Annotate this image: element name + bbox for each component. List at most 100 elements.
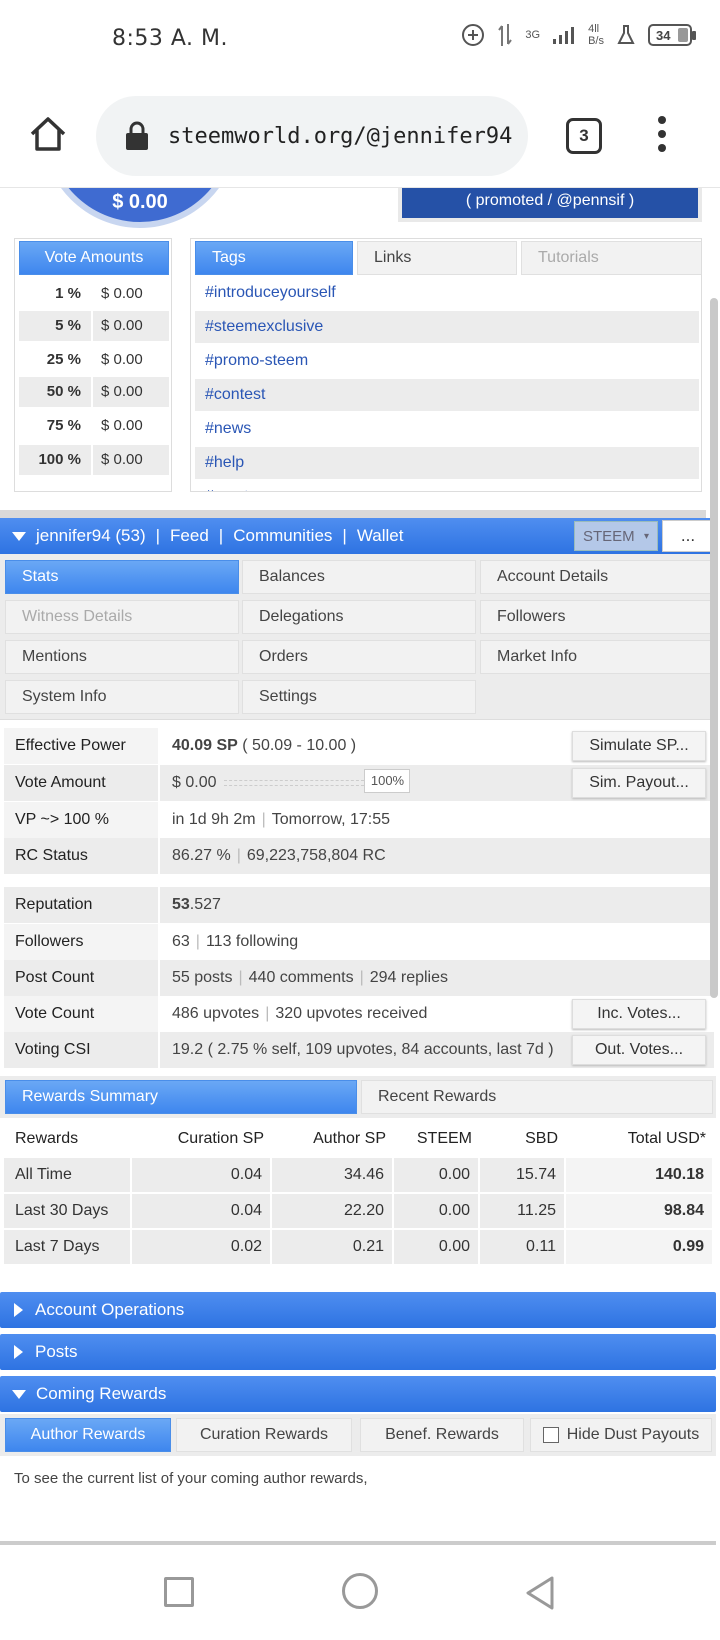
rewards-header-row: Rewards Curation SP Author SP STEEM SBD … [15,1130,706,1147]
tab-curation-rewards[interactable]: Curation Rewards [176,1418,352,1452]
tag-link[interactable]: #news [195,413,699,445]
rewards-tabs: Rewards Summary Recent Rewards [0,1076,716,1118]
nav-mentions[interactable]: Mentions [5,640,239,674]
web-page: $ 0.00 ( promoted / @pennsif ) Vote Amou… [0,188,720,1545]
communities-link[interactable]: Communities [233,526,332,546]
hide-dust-toggle[interactable]: Hide Dust Payouts [530,1418,712,1452]
section-account-operations[interactable]: Account Operations [0,1292,716,1328]
vote-amount-row: 100 % $ 0.00 [19,445,169,475]
tab-benef-rewards[interactable]: Benef. Rewards [360,1418,524,1452]
account-bar: jennifer94 (53) | Feed | Communities | W… [0,518,716,554]
vote-amount-row: 50 % $ 0.00 [19,377,169,407]
simulate-sp-button[interactable]: Simulate SP... [572,731,706,761]
signal-text: 4ll [588,23,600,35]
nav-market-info[interactable]: Market Info [480,640,712,674]
sim-payout-button[interactable]: Sim. Payout... [572,768,706,798]
vote-amount-row: 75 % $ 0.00 [19,411,169,441]
account-user-link[interactable]: jennifer94 (53) [36,526,146,546]
wallet-link[interactable]: Wallet [357,526,404,546]
home-button[interactable] [28,114,68,154]
add-circle-icon [461,23,485,47]
network-indicator: 3G [525,29,540,41]
currency-select[interactable]: STEEM [574,521,658,552]
tags-panel: Tags Links Tutorials #introduceyourself … [190,238,702,492]
out-votes-button[interactable]: Out. Votes... [572,1035,706,1065]
tab-author-rewards[interactable]: Author Rewards [5,1418,171,1452]
back-button[interactable] [524,1575,556,1616]
nav-settings[interactable]: Settings [242,680,476,714]
flask-icon [616,24,636,46]
nav-witness-details[interactable]: Witness Details [5,600,239,634]
nav-delegations[interactable]: Delegations [242,600,476,634]
tag-link[interactable]: #promo-steem [195,345,699,377]
back-triangle-icon [526,1576,554,1610]
browser-toolbar: steemworld.org/@jennifer94 3 [0,84,720,188]
inc-votes-button[interactable]: Inc. Votes... [572,999,706,1029]
status-icons: 3G 4ll B/s 34 [461,22,696,48]
vote-amounts-header[interactable]: Vote Amounts [19,241,169,275]
battery-level: 34 [656,27,671,43]
stat-row-vote-count: Vote Count 486 upvotes | 320 upvotes recei… [4,996,714,1032]
signal-icon [552,25,576,45]
tab-recent-rewards[interactable]: Recent Rewards [361,1080,713,1114]
url-text: steemworld.org/@jennifer94 [168,123,513,149]
home-icon [30,117,66,151]
nav-system-info[interactable]: System Info [5,680,239,714]
page-scrollbar[interactable] [710,298,718,998]
tab-switcher-button[interactable]: 3 [566,118,602,154]
stat-row-reputation: Reputation 53.527 [4,887,714,923]
home-nav-button[interactable] [342,1573,378,1609]
stat-row-vp: VP ~> 100 % in 1d 9h 2m | Tomorrow, 17:55 [4,802,714,838]
collapse-triangle-icon[interactable] [12,531,26,541]
speed-text: B/s [588,35,604,47]
hide-dust-checkbox[interactable] [542,1427,559,1443]
slider-pct: 100% [364,768,411,793]
vote-amount-row: 5 % $ 0.00 [19,311,169,341]
nav-stats[interactable]: Stats [5,560,239,594]
vote-amount-row: 1 % $ 0.00 [19,279,169,309]
nav-orders[interactable]: Orders [242,640,476,674]
vote-value-circle: $ 0.00 [42,188,238,228]
table-row: Last 30 Days 0.04 22.20 0.00 11.25 98.84 [4,1194,714,1228]
nav-followers[interactable]: Followers [480,600,712,634]
tab-links[interactable]: Links [357,241,517,275]
section-coming-rewards[interactable]: Coming Rewards [0,1376,716,1412]
table-row: Last 7 Days 0.02 0.21 0.00 0.11 0.99 [4,1230,714,1264]
collapse-triangle-icon [12,1389,26,1399]
recents-button[interactable] [164,1577,194,1607]
nav-balances[interactable]: Balances [242,560,476,594]
coming-rewards-tabs: Author Rewards Curation Rewards Benef. R… [0,1414,716,1456]
system-nav-bar [0,1545,720,1640]
vote-weight-slider[interactable]: 100% [224,768,411,793]
stat-row-rc: RC Status 86.27 % | 69,223,758,804 RC [4,838,714,874]
status-time: 8:53 A. M. [112,26,229,51]
tab-rewards-summary[interactable]: Rewards Summary [5,1080,357,1114]
tag-link[interactable]: #contest [195,379,699,411]
expand-triangle-icon [14,1303,23,1317]
address-bar[interactable]: steemworld.org/@jennifer94 [96,96,528,176]
promo-banner[interactable]: ( promoted / @pennsif ) [398,188,702,222]
account-nav-grid: Stats Balances Account Details Witness D… [0,554,716,720]
coming-rewards-note: To see the current list of your coming a… [14,1470,368,1487]
more-button[interactable]: ... [662,520,714,552]
tag-link[interactable]: #introduceyourself [195,277,699,309]
overflow-menu-button[interactable] [652,114,672,154]
tag-link[interactable]: #steemexclusive [195,311,699,343]
vote-amounts-panel: Vote Amounts 1 % $ 0.00 5 % $ 0.00 25 % … [14,238,172,492]
tags-tabs: Tags Links Tutorials [195,241,701,275]
tab-tags[interactable]: Tags [195,241,353,275]
status-bar: 8:53 A. M. 3G 4ll B/s 34 [0,0,720,84]
speed-indicator: 4ll B/s [588,23,604,47]
stat-row-followers: Followers 63 | 113 following [4,924,714,960]
feed-link[interactable]: Feed [170,526,209,546]
data-transfer-icon [497,22,513,48]
circle-value: $ 0.00 [112,191,168,213]
nav-account-details[interactable]: Account Details [480,560,712,594]
vote-amount-row: 25 % $ 0.00 [19,345,169,375]
tag-link[interactable]: #crypto [195,481,699,491]
section-posts[interactable]: Posts [0,1334,716,1370]
tab-tutorials[interactable]: Tutorials [521,241,701,275]
lock-icon [126,121,148,150]
stat-row-voting-csi: Voting CSI 19.2 ( 2.75 % self, 109 upvot… [4,1032,714,1068]
tag-link[interactable]: #help [195,447,699,479]
